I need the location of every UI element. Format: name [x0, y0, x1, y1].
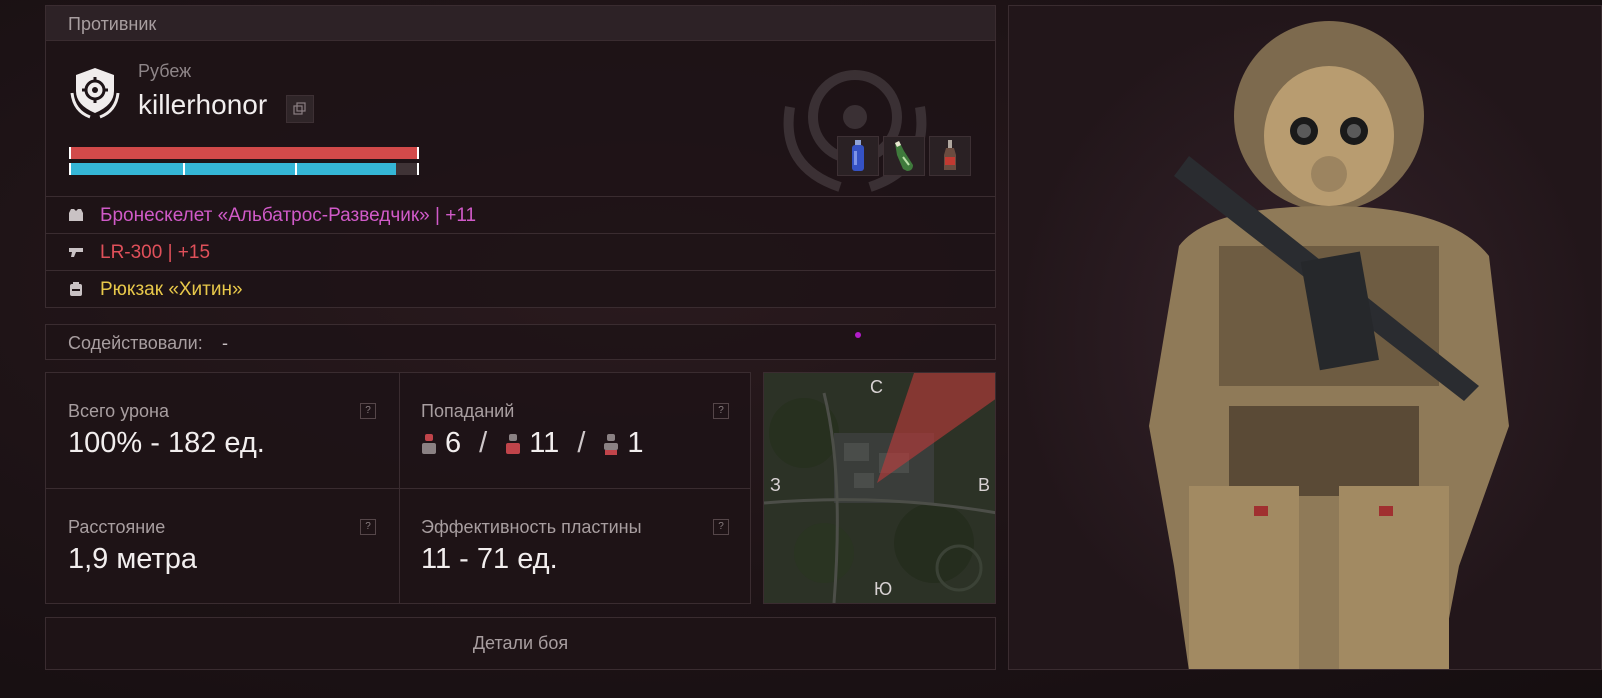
equipment-row-armor[interactable]: Бронескелет «Альбатрос-Разведчик» | +11 [45, 197, 996, 234]
enemy-card: Рубеж killerhonor [45, 41, 996, 197]
stat-hits: Попаданий ? 6 / 11 / 1 [399, 373, 751, 488]
armor-icon [69, 209, 83, 221]
consumable-slot[interactable] [929, 136, 971, 176]
consumable-slot[interactable] [883, 136, 925, 176]
map-south-label: Ю [874, 579, 893, 599]
marker-dot [855, 332, 861, 338]
hits-breakdown: 6 / 11 / 1 [421, 427, 644, 460]
armor-segment-divider [295, 163, 297, 175]
body-hit-icon [506, 433, 521, 454]
legs-hit-icon [604, 433, 619, 455]
hits-body-count: 11 [529, 427, 560, 459]
character-portrait [1008, 5, 1602, 670]
assist-value: - [222, 333, 228, 353]
stat-distance-label: Расстояние [68, 517, 166, 537]
head-hit-icon [422, 433, 436, 454]
equipment-armor-label: Бронескелет «Альбатрос-Разведчик» | +11 [100, 205, 477, 226]
stat-plate-label: Эффективность пластины [421, 517, 642, 537]
help-icon[interactable]: ? [360, 403, 376, 419]
map-west-label: З [770, 475, 781, 495]
help-icon[interactable]: ? [713, 519, 729, 535]
consumable-slots [837, 136, 971, 176]
hits-head-count: 6 [445, 427, 462, 459]
armor-bar [69, 163, 419, 175]
stat-damage: Всего урона ? 100% - 182 ед. [46, 373, 398, 488]
stat-damage-label: Всего урона [68, 401, 169, 421]
backpack-icon [70, 282, 82, 296]
hits-legs-count: 1 [627, 427, 644, 459]
health-bar [69, 147, 419, 159]
equipment-row-weapon[interactable]: LR-300 | +15 [45, 234, 996, 271]
help-icon[interactable]: ? [360, 519, 376, 535]
map-north-label: С [870, 377, 883, 397]
assist-row: Содействовали: - [45, 324, 996, 360]
stat-hits-label: Попаданий [421, 401, 515, 421]
blue-canister-icon [852, 140, 864, 171]
assist-label: Содействовали: [68, 333, 203, 353]
armor-segment-divider [183, 163, 185, 175]
armor-bar-fill [71, 163, 397, 175]
battle-details-label: Детали боя [472, 633, 569, 653]
minimap[interactable]: С Ю З В [763, 372, 996, 604]
map-east-label: В [978, 475, 991, 495]
faction-emblem-icon [70, 68, 120, 119]
consumable-slot[interactable] [837, 136, 879, 176]
header-title: Противник [68, 14, 157, 34]
rifle-icon [69, 248, 83, 257]
hits-separator: / [577, 427, 586, 459]
red-bottle-icon [944, 140, 956, 170]
copy-name-button[interactable] [286, 95, 314, 123]
faction-label: Рубеж [138, 61, 192, 81]
equipment-weapon-label: LR-300 | +15 [100, 242, 211, 263]
stat-plate: Эффективность пластины ? 11 - 71 ед. [399, 489, 751, 604]
stat-distance: Расстояние ? 1,9 метра [46, 489, 398, 604]
minimap-terrain [764, 373, 995, 603]
equipment-backpack-label: Рюкзак «Хитин» [100, 279, 243, 300]
equipment-row-backpack[interactable]: Рюкзак «Хитин» [45, 271, 996, 308]
battle-details-button[interactable]: Детали боя [45, 617, 996, 670]
character-image [1149, 21, 1509, 669]
copy-icon [293, 102, 306, 115]
stat-damage-value: 100% - 182 ед. [68, 427, 265, 459]
stat-distance-value: 1,9 метра [68, 543, 198, 575]
green-bottle-icon [895, 141, 913, 171]
player-name: killerhonor [138, 89, 268, 120]
hits-separator: / [479, 427, 488, 459]
stats-grid: Всего урона ? 100% - 182 ед. Попаданий ?… [45, 372, 751, 604]
stat-plate-value: 11 - 71 ед. [421, 543, 558, 575]
help-icon[interactable]: ? [713, 403, 729, 419]
panel-header: Противник [45, 5, 996, 41]
